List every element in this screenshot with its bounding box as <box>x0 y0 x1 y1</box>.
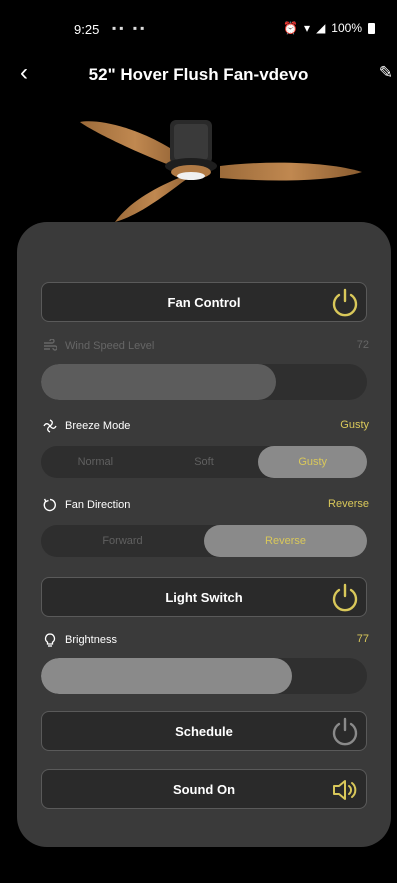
control-panel: Fan Control Wind Speed Level 72 Breeze M… <box>17 222 391 847</box>
rotate-icon <box>43 498 56 512</box>
schedule-label: Schedule <box>175 724 233 739</box>
signal-icon: ◢ <box>316 21 326 35</box>
brightness-slider-fill <box>41 658 293 694</box>
breeze-mode-row: Breeze Mode <box>43 419 130 433</box>
fan-direction-label: Fan Direction <box>65 499 131 511</box>
breeze-option-gusty[interactable]: Gusty <box>258 446 368 478</box>
wind-speed-label: Wind Speed Level <box>65 340 155 352</box>
schedule-button[interactable]: Schedule <box>41 711 367 751</box>
brightness-label: Brightness <box>65 634 117 646</box>
breeze-mode-value: Gusty <box>340 419 369 431</box>
breeze-mode-selector: Normal Soft Gusty <box>41 446 368 478</box>
breeze-option-normal[interactable]: Normal <box>41 446 150 478</box>
breeze-mode-label: Breeze Mode <box>65 420 131 432</box>
sound-button[interactable]: Sound On <box>41 769 367 809</box>
direction-option-reverse[interactable]: Reverse <box>204 525 367 557</box>
speaker-icon[interactable] <box>329 774 361 806</box>
wind-speed-slider-fill <box>41 364 276 400</box>
light-switch-button[interactable]: Light Switch <box>41 577 367 617</box>
fan-control-button[interactable]: Fan Control <box>41 282 367 322</box>
brightness-row: Brightness <box>43 633 117 647</box>
wind-speed-slider[interactable] <box>41 364 367 400</box>
wind-icon <box>44 339 57 351</box>
direction-option-forward[interactable]: Forward <box>41 525 204 557</box>
header: ‹ 52" Hover Flush Fan-vdevo ✎ <box>0 55 397 95</box>
fan-control-label: Fan Control <box>167 295 241 310</box>
power-icon[interactable] <box>329 582 361 614</box>
breeze-option-soft[interactable]: Soft <box>150 446 259 478</box>
edit-pencil-icon[interactable]: ✎ <box>379 63 393 83</box>
status-right: ⏰ ▾ ◢ 100% <box>283 21 375 35</box>
wind-speed-row: Wind Speed Level <box>43 339 154 353</box>
page-title: 52" Hover Flush Fan-vdevo <box>88 65 309 84</box>
alarm-icon: ⏰ <box>283 21 299 35</box>
status-bar: 9:25 ▪▪ ▪▪ ⏰ ▾ ◢ 100% <box>0 0 397 50</box>
status-time: 9:25 <box>74 22 100 37</box>
battery-label: 100% <box>331 21 362 35</box>
fan-product-image <box>80 120 362 222</box>
fan-direction-row: Fan Direction <box>43 498 130 512</box>
power-icon[interactable] <box>329 716 361 748</box>
power-icon[interactable] <box>329 287 361 319</box>
wifi-icon: ▾ <box>304 21 311 35</box>
fan-direction-selector: Forward Reverse <box>41 525 367 557</box>
wind-speed-value: 72 <box>356 339 369 351</box>
fan-direction-value: Reverse <box>328 498 369 510</box>
notification-icons: ▪▪ ▪▪ <box>112 21 148 35</box>
light-switch-label: Light Switch <box>165 590 243 605</box>
brightness-slider[interactable] <box>41 658 367 694</box>
sound-label: Sound On <box>172 782 236 797</box>
breeze-icon <box>43 419 57 433</box>
battery-icon <box>368 22 375 34</box>
lightbulb-icon <box>44 633 56 647</box>
brightness-value: 77 <box>356 633 369 645</box>
